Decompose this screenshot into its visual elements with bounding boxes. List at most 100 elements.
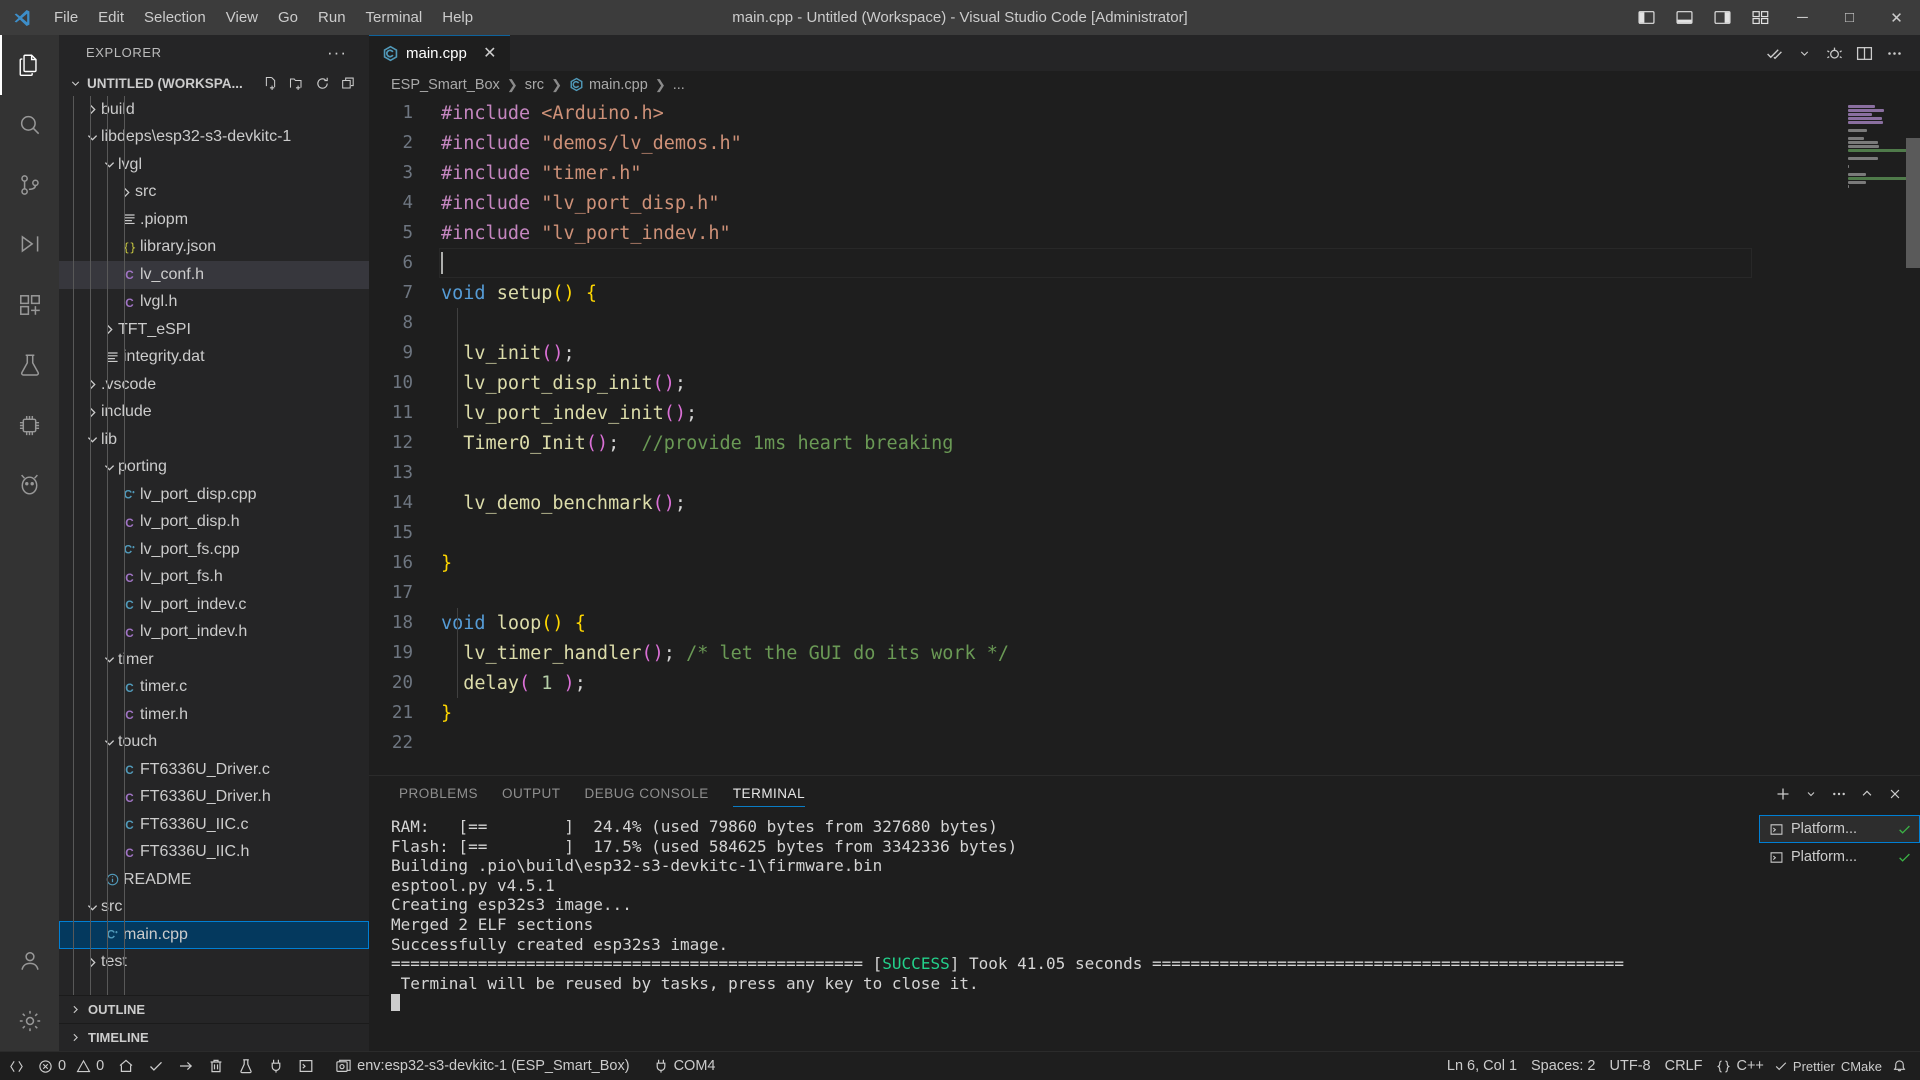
- status-editor-position[interactable]: Ln 6, Col 1: [1440, 1052, 1524, 1080]
- code-text[interactable]: void setup() {: [439, 283, 597, 304]
- workspace-section-header[interactable]: UNTITLED (WORKSPA...: [59, 70, 369, 96]
- sidebar-item-extensions[interactable]: [0, 275, 59, 335]
- chevron-down-icon[interactable]: [67, 77, 84, 90]
- code-line[interactable]: 9 lv_init();: [369, 338, 1842, 368]
- menu-edit[interactable]: Edit: [88, 0, 134, 35]
- code-editor[interactable]: 1 #include <Arduino.h> 2 #include "demos/lv…: [369, 98, 1920, 775]
- tree-folder-porting[interactable]: porting: [59, 454, 369, 482]
- status-pio-serial-monitor[interactable]: [261, 1052, 291, 1080]
- accounts-button[interactable]: [0, 931, 59, 991]
- sidebar-more-actions-icon[interactable]: ···: [327, 43, 347, 63]
- sidebar-item-explorer[interactable]: [0, 35, 59, 95]
- toggle-secondary-sidebar-icon[interactable]: [1703, 0, 1741, 35]
- chevron-down-icon[interactable]: [1798, 781, 1824, 807]
- tree-file-library-json[interactable]: {} library.json: [59, 234, 369, 262]
- tree-file-lv-port-disp-cpp[interactable]: Clv_port_disp.cpp: [59, 481, 369, 509]
- code-line[interactable]: 10 lv_port_disp_init();: [369, 368, 1842, 398]
- close-icon[interactable]: ✕: [480, 43, 500, 63]
- file-tree[interactable]: build libdeps\esp32-s3-devkitc-1 lvgl src .p…: [59, 96, 369, 995]
- tree-file-lv-port-disp-h[interactable]: Clv_port_disp.h: [59, 509, 369, 537]
- tree-file-ft6336u-driver-c[interactable]: C FT6336U_Driver.c: [59, 756, 369, 784]
- more-actions-icon[interactable]: [1826, 781, 1852, 807]
- menu-help[interactable]: Help: [432, 0, 483, 35]
- close-button[interactable]: ✕: [1873, 0, 1920, 35]
- tree-file-integrity-dat[interactable]: integrity.dat: [59, 344, 369, 372]
- code-line[interactable]: 13: [369, 458, 1842, 488]
- status-problems[interactable]: 0 0: [31, 1052, 111, 1080]
- manage-settings-button[interactable]: [0, 991, 59, 1051]
- code-text[interactable]: delay( 1 );: [439, 673, 586, 694]
- code-line[interactable]: 21}: [369, 698, 1842, 728]
- status-editor-eol[interactable]: CRLF: [1658, 1052, 1710, 1080]
- minimap[interactable]: [1842, 98, 1920, 775]
- code-line[interactable]: 18 void loop() {: [369, 608, 1842, 638]
- menu-go[interactable]: Go: [268, 0, 308, 35]
- status-pio-new-terminal[interactable]: [291, 1052, 321, 1080]
- terminal-instance-list[interactable]: Platform... Platform...: [1755, 811, 1920, 1051]
- customize-layout-icon[interactable]: [1741, 0, 1779, 35]
- tab-main-cpp[interactable]: main.cpp ✕: [369, 35, 511, 71]
- breadcrumb[interactable]: ESP_Smart_Box ❯ src ❯ main.cpp ❯ ...: [369, 71, 1920, 98]
- menu-run[interactable]: Run: [308, 0, 356, 35]
- chevron-down-icon[interactable]: [101, 652, 118, 667]
- status-pio-build[interactable]: [141, 1052, 171, 1080]
- status-pio-home[interactable]: [111, 1052, 141, 1080]
- code-text[interactable]: lv_demo_benchmark();: [439, 493, 686, 514]
- code-text[interactable]: lv_port_disp_init();: [439, 373, 686, 394]
- code-line[interactable]: 22: [369, 728, 1842, 758]
- tree-file-lv-port-fs-h[interactable]: Clv_port_fs.h: [59, 564, 369, 592]
- code-line[interactable]: 12 Timer0_Init(); //provide 1ms heart br…: [369, 428, 1842, 458]
- close-panel-icon[interactable]: [1882, 781, 1908, 807]
- code-line[interactable]: 5 #include "lv_port_indev.h": [369, 218, 1842, 248]
- toggle-primary-sidebar-icon[interactable]: [1627, 0, 1665, 35]
- code-line[interactable]: 11 lv_port_indev_init();: [369, 398, 1842, 428]
- code-text[interactable]: #include "lv_port_indev.h": [439, 223, 731, 244]
- chevron-right-icon[interactable]: [101, 322, 118, 337]
- menu-file[interactable]: File: [44, 0, 88, 35]
- tree-file-ft6336u-driver-h[interactable]: C FT6336U_Driver.h: [59, 784, 369, 812]
- code-line[interactable]: 2 #include "demos/lv_demos.h": [369, 128, 1842, 158]
- tree-folder-tft-espi[interactable]: TFT_eSPI: [59, 316, 369, 344]
- chevron-right-icon[interactable]: [84, 955, 101, 970]
- code-text[interactable]: [439, 251, 443, 275]
- code-text[interactable]: lv_init();: [439, 343, 574, 364]
- status-pio-test[interactable]: [231, 1052, 261, 1080]
- chevron-right-icon[interactable]: [84, 102, 101, 117]
- sidebar-item-run-and-debug[interactable]: [0, 215, 59, 275]
- chevron-down-icon[interactable]: [84, 432, 101, 447]
- sidebar-item-pio-home[interactable]: [0, 455, 59, 515]
- maximize-button[interactable]: □: [1826, 0, 1873, 35]
- tree-file-ft6336u-iic-c[interactable]: C FT6336U_IIC.c: [59, 811, 369, 839]
- code-line[interactable]: 14 lv_demo_benchmark();: [369, 488, 1842, 518]
- new-folder-icon[interactable]: [285, 72, 307, 94]
- code-text[interactable]: Timer0_Init(); //provide 1ms heart break…: [439, 433, 953, 454]
- chevron-down-icon[interactable]: [101, 735, 118, 750]
- code-line[interactable]: 1 #include <Arduino.h>: [369, 98, 1842, 128]
- toggle-panel-icon[interactable]: [1665, 0, 1703, 35]
- menu-terminal[interactable]: Terminal: [356, 0, 433, 35]
- tree-file-lv-port-indev-c[interactable]: Clv_port_indev.c: [59, 591, 369, 619]
- code-text[interactable]: #include "demos/lv_demos.h": [439, 133, 742, 154]
- maximize-panel-icon[interactable]: [1854, 781, 1880, 807]
- tree-folder-lib[interactable]: lib: [59, 426, 369, 454]
- tree-file-timer-h[interactable]: Ctimer.h: [59, 701, 369, 729]
- tree-file-ft6336u-iic-h[interactable]: C FT6336U_IIC.h: [59, 839, 369, 867]
- more-actions-icon[interactable]: [1880, 39, 1908, 67]
- sidebar-item-search[interactable]: [0, 95, 59, 155]
- tree-file-lvgl-h[interactable]: Clvgl.h: [59, 289, 369, 317]
- outline-panel-header[interactable]: OUTLINE: [59, 995, 369, 1023]
- tree-file--piopm[interactable]: .piopm: [59, 206, 369, 234]
- tree-folder-src[interactable]: src: [59, 894, 369, 922]
- chevron-right-icon[interactable]: [118, 185, 135, 200]
- tree-folder-lvgl[interactable]: lvgl: [59, 151, 369, 179]
- breadcrumb-item-2[interactable]: main.cpp: [589, 77, 648, 93]
- status-editor-language[interactable]: C++: [1709, 1052, 1770, 1080]
- tab-output[interactable]: OUTPUT: [490, 776, 573, 811]
- collapse-all-icon[interactable]: [337, 72, 359, 94]
- code-line[interactable]: 4 #include "lv_port_disp.h": [369, 188, 1842, 218]
- chevron-right-icon[interactable]: [84, 377, 101, 392]
- status-prettier[interactable]: Prettier: [1771, 1052, 1838, 1080]
- status-pio-serial-port[interactable]: COM4: [637, 1052, 723, 1080]
- code-line[interactable]: 6: [369, 248, 1842, 278]
- code-line[interactable]: 3 #include "timer.h": [369, 158, 1842, 188]
